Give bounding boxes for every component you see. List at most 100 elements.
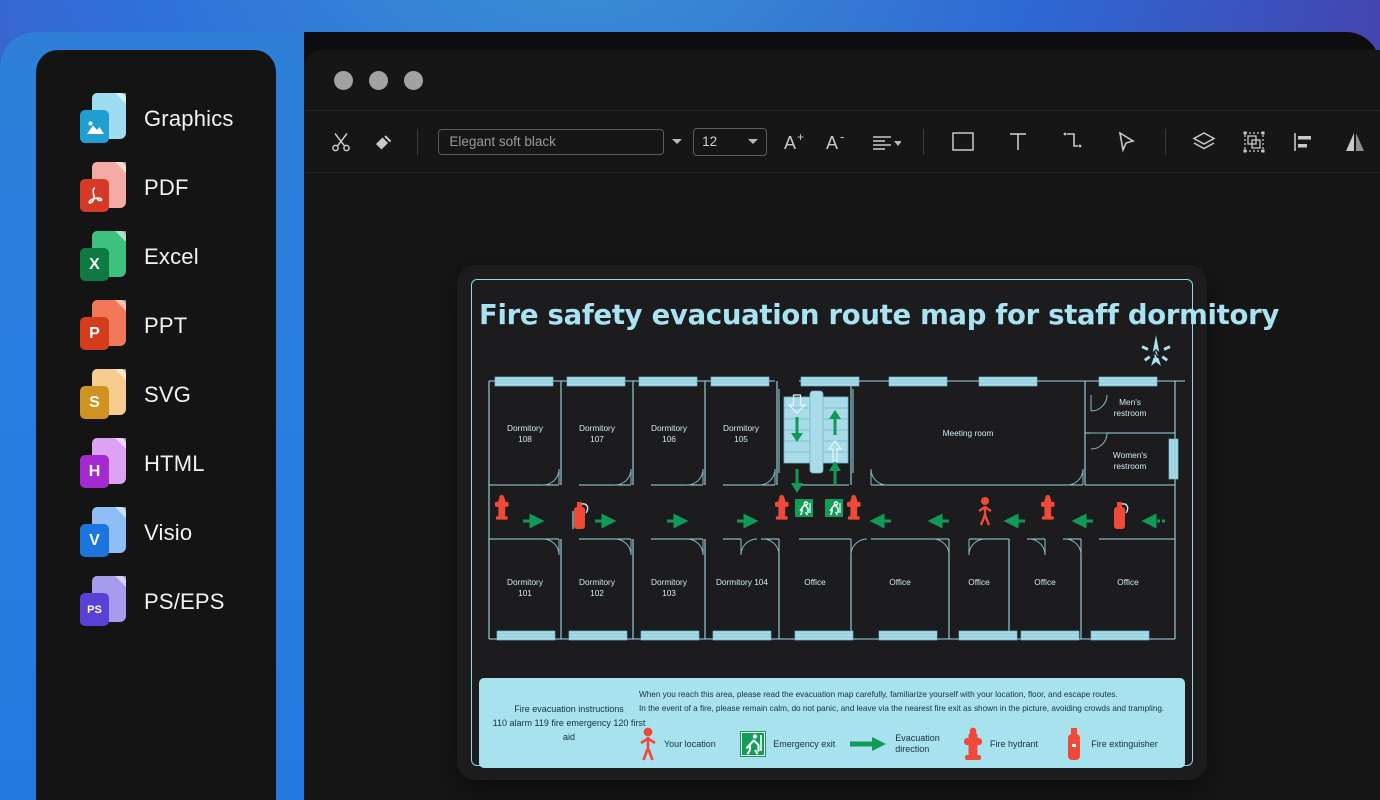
room-label: Office xyxy=(804,577,826,587)
font-size-value: 12 xyxy=(702,134,718,149)
svg-text:106: 106 xyxy=(662,434,676,444)
north-compass-icon: N xyxy=(1139,333,1173,373)
legend-panel: Fire evacuation instructions 110 alarm 1… xyxy=(479,678,1185,768)
window-dot-3[interactable] xyxy=(404,70,423,90)
sidebar-item-svg[interactable]: S SVG xyxy=(36,365,276,425)
room-label: Dormitory xyxy=(723,423,760,433)
emergency-exit-icon xyxy=(740,731,767,757)
svg-text:A: A xyxy=(826,133,838,153)
editor-canvas[interactable]: Fire safety evacuation route map for sta… xyxy=(304,173,1380,800)
legend-label: Fire hydrant xyxy=(990,738,1039,749)
window-titlebar xyxy=(304,50,1380,110)
diagram-title: Fire safety evacuation route map for sta… xyxy=(479,299,1279,331)
floor-plan-svg: Dormitory108 Dormitory107 Dormitory106 D… xyxy=(488,376,1185,641)
your-location-marker xyxy=(978,497,992,526)
editor-toolbar: Elegant soft black 12 A + A - xyxy=(304,111,1380,173)
app-window: Elegant soft black 12 A + A - Fire safet… xyxy=(304,50,1380,800)
toolbar-divider-3 xyxy=(1165,128,1167,155)
fire-hydrant-icon xyxy=(964,727,982,760)
graphics-file-icon xyxy=(80,93,126,145)
sidebar-item-pdf[interactable]: PDF xyxy=(36,158,276,218)
legend-instructions-line2: 110 alarm 119 fire emergency 120 first xyxy=(492,718,646,728)
rectangle-shape-icon[interactable] xyxy=(936,122,990,162)
toolbar-divider-2 xyxy=(923,128,925,155)
sidebar-item-label: PPT xyxy=(144,313,188,338)
legend-label-line1: Evacuation xyxy=(895,733,940,743)
legend-item-your-location: Your location xyxy=(639,727,740,761)
layers-icon[interactable] xyxy=(1178,122,1228,162)
room-label: Dormitory xyxy=(507,577,544,587)
html-file-icon: H xyxy=(80,438,126,490)
legend-instructions-line3: aid xyxy=(562,732,575,742)
font-size-select[interactable]: 12 xyxy=(693,127,768,156)
ppt-file-icon: P xyxy=(80,300,126,352)
legend-label: Evacuation direction xyxy=(895,733,940,755)
sidebar-item-ps-eps[interactable]: PS PS/EPS xyxy=(36,572,276,632)
room-label: Dormitory xyxy=(651,423,688,433)
decrease-font-size-icon[interactable]: A - xyxy=(818,122,861,162)
svg-text:103: 103 xyxy=(662,588,676,598)
legend-paragraph-line1: When you reach this area, please read th… xyxy=(639,690,1118,699)
svg-text:105: 105 xyxy=(734,434,748,444)
svg-text:108: 108 xyxy=(518,434,532,444)
group-objects-icon[interactable] xyxy=(1229,122,1279,162)
font-name-dropdown-icon[interactable] xyxy=(664,129,689,155)
sidebar-item-label: PDF xyxy=(144,175,189,200)
pointer-tool-icon[interactable] xyxy=(1099,122,1153,162)
sidebar-item-html[interactable]: H HTML xyxy=(36,434,276,494)
legend-paragraph-line2: In the event of a fire, please remain ca… xyxy=(639,704,1165,713)
font-name-input[interactable]: Elegant soft black xyxy=(438,128,664,155)
fire-extinguisher-icon xyxy=(1068,728,1084,760)
sidebar-item-excel[interactable]: X Excel xyxy=(36,227,276,287)
svg-file-icon: S xyxy=(80,369,126,421)
connector-tool-icon[interactable] xyxy=(1045,122,1099,162)
svg-text:N: N xyxy=(1153,350,1160,360)
room-label: Dormitory xyxy=(579,423,616,433)
sidebar-item-visio[interactable]: V Visio xyxy=(36,503,276,563)
legend-paragraph: When you reach this area, please read th… xyxy=(639,688,1177,716)
text-align-icon[interactable] xyxy=(861,122,911,162)
text-tool-icon[interactable] xyxy=(990,122,1044,162)
font-size-chevron-down-icon xyxy=(748,139,759,144)
corridor-right xyxy=(869,495,1165,529)
sidebar-item-ppt[interactable]: P PPT xyxy=(36,296,276,356)
sidebar-item-label: Graphics xyxy=(144,106,234,131)
svg-text:+: + xyxy=(797,130,804,144)
flip-horizontal-icon[interactable] xyxy=(1330,122,1380,162)
arrow-icon xyxy=(850,737,887,751)
cut-icon[interactable] xyxy=(320,122,363,162)
svg-text:-: - xyxy=(840,130,844,144)
increase-font-size-icon[interactable]: A + xyxy=(775,122,818,162)
legend-item-evacuation-direction: Evacuation direction xyxy=(848,733,963,755)
legend-item-emergency-exit: Emergency exit xyxy=(740,731,848,757)
visio-file-icon: V xyxy=(80,507,126,559)
legend-label: Emergency exit xyxy=(773,738,836,749)
room-label: Meeting room xyxy=(943,428,994,438)
room-label: Office xyxy=(968,577,990,587)
svg-text:102: 102 xyxy=(590,588,604,598)
window-dot-1[interactable] xyxy=(334,70,353,90)
room-label: Office xyxy=(1117,577,1139,587)
pdf-file-icon xyxy=(80,162,126,214)
align-left-icon[interactable] xyxy=(1279,122,1329,162)
legend-label: Fire extinguisher xyxy=(1091,738,1158,749)
sidebar-item-label: HTML xyxy=(144,451,205,476)
diagram-document[interactable]: Fire safety evacuation route map for sta… xyxy=(457,265,1279,780)
sidebar-item-graphics[interactable]: Graphics xyxy=(36,89,276,149)
sidebar-item-label: Excel xyxy=(144,244,199,269)
format-sidebar: Graphics PDF X Excel P PPT S SVG H HTML V Visio PS PS… xyxy=(36,50,276,800)
pseps-file-icon: PS xyxy=(80,576,126,628)
window-dot-2[interactable] xyxy=(369,70,388,90)
excel-file-icon: X xyxy=(80,231,126,283)
floor-plan: Dormitory 108 Dormitory 107 Dormitory 106 D… xyxy=(479,373,1185,651)
legend-instructions-line1: Fire evacuation instructions xyxy=(514,704,624,714)
legend-item-fire-extinguisher: Fire extinguisher xyxy=(1064,726,1179,762)
svg-text:restroom: restroom xyxy=(1114,461,1147,471)
legend-items: Your location Emergency exit Evacuation … xyxy=(639,722,1179,766)
room-label: Dormitory xyxy=(507,423,544,433)
room-label: Women's xyxy=(1113,450,1147,460)
legend-label: Your location xyxy=(664,738,716,749)
format-painter-icon[interactable] xyxy=(363,122,406,162)
legend-label-line2: direction xyxy=(895,744,930,754)
svg-text:107: 107 xyxy=(590,434,604,444)
